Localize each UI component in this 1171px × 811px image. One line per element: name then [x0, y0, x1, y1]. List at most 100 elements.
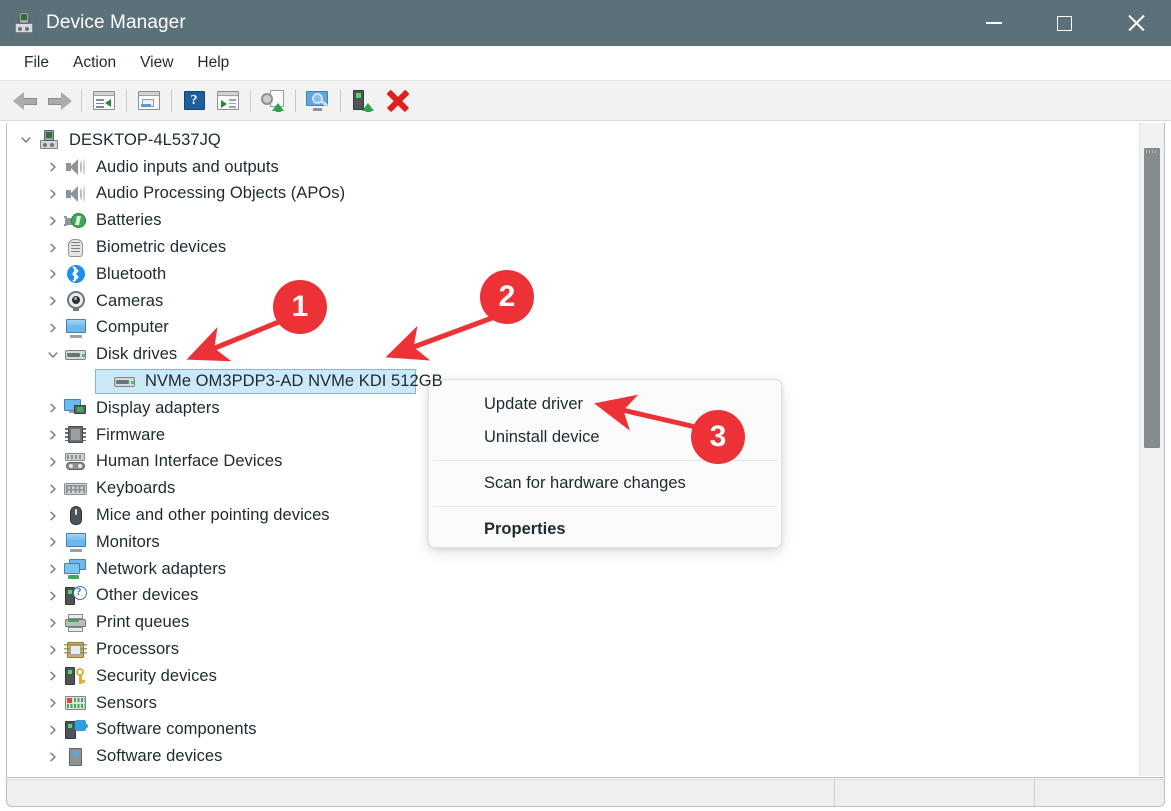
tree-item[interactable]: Batteries [7, 207, 1140, 234]
context-menu-item[interactable]: Uninstall device [429, 421, 781, 454]
chevron-right-icon[interactable] [42, 161, 64, 173]
device-manager-icon [13, 12, 35, 34]
scrollbar-grip [1146, 150, 1158, 153]
tree-item[interactable]: Disk drives [7, 341, 1140, 368]
menu-item-help[interactable]: Help [185, 50, 241, 76]
chevron-right-icon[interactable] [42, 697, 64, 709]
battery-icon [64, 211, 88, 231]
show-hide-action-pane-button[interactable] [211, 86, 245, 116]
forward-button[interactable] [42, 86, 76, 116]
tree-item[interactable]: Print queues [7, 609, 1140, 636]
tree-item[interactable]: Cameras [7, 288, 1140, 315]
chevron-right-icon[interactable] [42, 617, 64, 629]
toolbar-separator [126, 90, 127, 112]
chevron-right-icon[interactable] [42, 670, 64, 682]
chevron-right-icon[interactable] [42, 563, 64, 575]
title-bar: Device Manager [0, 0, 1171, 46]
tree-item[interactable]: DESKTOP-4L537JQ [7, 127, 1140, 154]
update-driver-button[interactable] [256, 86, 290, 116]
human-interface-device-icon [64, 452, 88, 472]
chevron-right-icon[interactable] [42, 402, 64, 414]
bluetooth-icon [64, 264, 88, 284]
tree-item[interactable]: Bluetooth [7, 261, 1140, 288]
chevron-right-icon[interactable] [42, 751, 64, 763]
status-bar-pane-3 [1034, 780, 1164, 806]
scrollbar-thumb[interactable] [1144, 148, 1160, 448]
tree-item-label: DESKTOP-4L537JQ [69, 131, 221, 150]
chevron-right-icon[interactable] [42, 215, 64, 227]
tree-item[interactable]: Audio Processing Objects (APOs) [7, 181, 1140, 208]
close-button[interactable] [1100, 0, 1171, 46]
tree-item[interactable]: Biometric devices [7, 234, 1140, 261]
tree-item[interactable]: Software devices [7, 743, 1140, 770]
speaker-icon [64, 184, 88, 204]
tree-item[interactable]: Processors [7, 636, 1140, 663]
help-button[interactable]: ? [177, 86, 211, 116]
context-menu-separator [433, 460, 777, 461]
chevron-right-icon[interactable] [42, 536, 64, 548]
chevron-right-icon[interactable] [42, 268, 64, 280]
printer-icon [64, 613, 88, 633]
tree-item-label: Software components [96, 720, 257, 739]
maximize-button[interactable] [1029, 0, 1100, 46]
context-menu-separator [433, 506, 777, 507]
context-menu-item[interactable]: Scan for hardware changes [429, 467, 781, 500]
tree-item-label: Human Interface Devices [96, 452, 282, 471]
scan-for-hardware-changes-button[interactable] [301, 86, 335, 116]
chevron-down-icon[interactable] [42, 349, 64, 361]
enable-device-icon [352, 90, 374, 111]
chevron-right-icon[interactable] [42, 644, 64, 656]
chevron-right-icon[interactable] [42, 429, 64, 441]
console-tree-icon [93, 91, 115, 110]
back-button[interactable] [8, 86, 42, 116]
chevron-right-icon[interactable] [42, 322, 64, 334]
menu-item-file[interactable]: File [12, 50, 61, 76]
toolbar-separator [295, 90, 296, 112]
enable-device-button[interactable] [346, 86, 380, 116]
disk-drive-icon [64, 345, 88, 365]
tree-item[interactable]: Audio inputs and outputs [7, 154, 1140, 181]
chevron-right-icon[interactable] [42, 483, 64, 495]
sensor-icon [64, 693, 88, 713]
minimize-button[interactable] [958, 0, 1029, 46]
context-menu-item[interactable]: Update driver [429, 388, 781, 421]
close-icon [1127, 14, 1145, 32]
toolbar-separator [340, 90, 341, 112]
update-driver-icon [261, 90, 285, 111]
context-menu-item[interactable]: Properties [429, 513, 781, 546]
chevron-right-icon[interactable] [42, 295, 64, 307]
tree-item[interactable]: Security devices [7, 663, 1140, 690]
menu-item-action[interactable]: Action [61, 50, 128, 76]
tree-item-label: Monitors [96, 533, 160, 552]
tree-item[interactable]: Network adapters [7, 556, 1140, 583]
tree-item[interactable]: Computer [7, 315, 1140, 342]
tree-item-label: Display adapters [96, 399, 220, 418]
network-adapter-icon [64, 559, 88, 579]
processor-icon [64, 640, 88, 660]
tree-item[interactable]: ?Other devices [7, 583, 1140, 610]
tree-item-label: Software devices [96, 747, 222, 766]
properties-button[interactable] [132, 86, 166, 116]
chevron-right-icon[interactable] [42, 456, 64, 468]
chevron-down-icon[interactable] [15, 134, 37, 146]
window-controls [958, 0, 1171, 46]
vertical-scrollbar[interactable] [1139, 123, 1164, 776]
tree-item-label: Sensors [96, 694, 157, 713]
tree-item-label: Other devices [96, 586, 198, 605]
window-title: Device Manager [46, 12, 186, 34]
chevron-right-icon[interactable] [42, 188, 64, 200]
tree-item[interactable]: Software components [7, 717, 1140, 744]
toolbar-separator [250, 90, 251, 112]
uninstall-device-button[interactable] [380, 86, 414, 116]
tree-item[interactable]: Sensors [7, 690, 1140, 717]
chevron-right-icon[interactable] [42, 590, 64, 602]
chevron-right-icon[interactable] [42, 724, 64, 736]
toolbar: ? [0, 81, 1171, 121]
chevron-right-icon[interactable] [42, 242, 64, 254]
chevron-right-icon[interactable] [42, 510, 64, 522]
tree-item-label: Bluetooth [96, 265, 166, 284]
show-hide-console-tree-button[interactable] [87, 86, 121, 116]
keyboard-icon [64, 479, 88, 499]
menu-item-view[interactable]: View [128, 50, 185, 76]
computer-icon [37, 130, 61, 150]
